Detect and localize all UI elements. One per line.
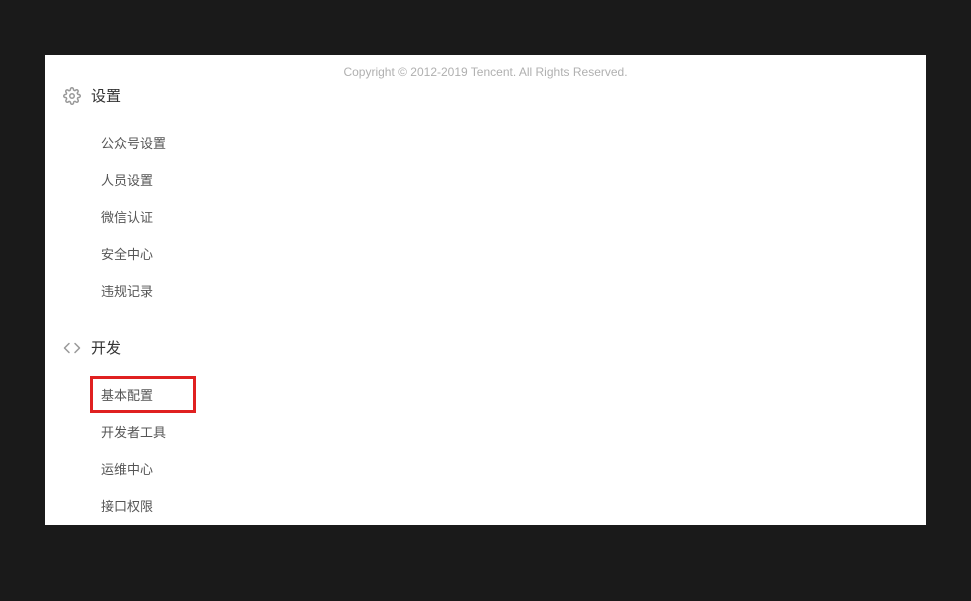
sidebar-item-api-permissions[interactable]: 接口权限 (93, 487, 161, 524)
sidebar: 设置 公众号设置 人员设置 微信认证 安全中心 违规记录 开发 基本配置 开发者… (45, 63, 295, 524)
sidebar-item-violation-record[interactable]: 违规记录 (93, 272, 161, 309)
sidebar-item-developer-tools[interactable]: 开发者工具 (93, 413, 174, 450)
sidebar-item-personnel-settings[interactable]: 人员设置 (93, 161, 161, 198)
sidebar-item-security-center[interactable]: 安全中心 (93, 235, 161, 272)
sidebar-item-account-settings[interactable]: 公众号设置 (93, 124, 174, 161)
section-title-develop: 开发 (91, 337, 121, 358)
main-panel: Copyright © 2012-2019 Tencent. All Right… (45, 55, 926, 525)
sidebar-item-basic-config[interactable]: 基本配置 (90, 376, 196, 413)
code-icon (63, 339, 81, 357)
settings-menu: 公众号设置 人员设置 微信认证 安全中心 违规记录 (63, 124, 295, 309)
sidebar-item-wechat-verify[interactable]: 微信认证 (93, 198, 161, 235)
section-header-settings: 设置 (63, 85, 295, 106)
develop-menu: 基本配置 开发者工具 运维中心 接口权限 (63, 376, 295, 524)
section-header-develop: 开发 (63, 337, 295, 358)
sidebar-item-ops-center[interactable]: 运维中心 (93, 450, 161, 487)
section-title-settings: 设置 (91, 85, 121, 106)
copyright-text: Copyright © 2012-2019 Tencent. All Right… (45, 65, 926, 79)
gear-icon (63, 87, 81, 105)
